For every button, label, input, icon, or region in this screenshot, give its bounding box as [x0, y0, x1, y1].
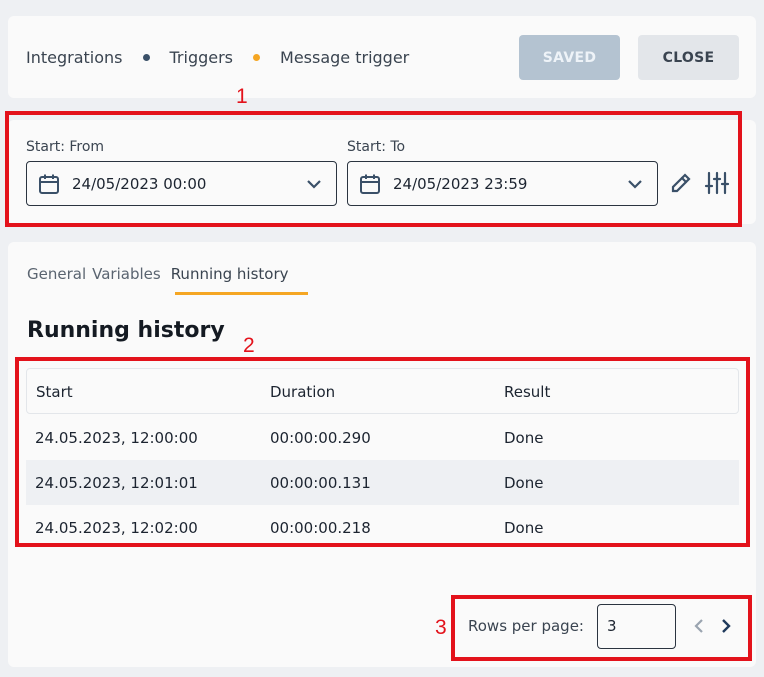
chevron-down-icon: [307, 180, 321, 189]
column-header-result[interactable]: Result: [504, 383, 550, 401]
breadcrumb-integrations[interactable]: Integrations: [26, 48, 123, 67]
calendar-icon: [360, 174, 380, 194]
sliders-icon[interactable]: [704, 170, 730, 196]
chevron-down-icon: [628, 180, 642, 189]
tab-running-history[interactable]: Running history: [171, 265, 293, 283]
rows-per-page-input[interactable]: 3: [597, 604, 676, 649]
start-from-label: Start: From: [26, 139, 105, 155]
breadcrumb-separator-dot: [253, 54, 261, 61]
row-start: 24.05.2023, 12:00:00: [35, 429, 198, 447]
close-button[interactable]: CLOSE: [638, 35, 739, 80]
row-start: 24.05.2023, 12:02:00: [35, 519, 198, 537]
page-title: Running history: [27, 318, 225, 343]
row-start: 24.05.2023, 12:01:01: [35, 474, 198, 492]
breadcrumb: Integrations Triggers Message trigger: [26, 48, 409, 67]
saved-button[interactable]: SAVED: [519, 35, 620, 80]
table-row[interactable]: 24.05.2023, 12:01:01 00:00:00.131 Done: [26, 460, 739, 505]
start-to-label: Start: To: [347, 139, 406, 155]
start-from-date-picker[interactable]: 24/05/2023 00:00: [26, 161, 337, 206]
row-duration: 00:00:00.290: [270, 429, 371, 447]
breadcrumb-triggers[interactable]: Triggers: [170, 48, 234, 67]
row-duration: 00:00:00.131: [270, 474, 371, 492]
table-row[interactable]: 24.05.2023, 12:00:00 00:00:00.290 Done: [26, 415, 739, 460]
breadcrumb-separator-dot: [142, 54, 150, 61]
pencil-icon[interactable]: [668, 170, 694, 196]
table-row[interactable]: 24.05.2023, 12:02:00 00:00:00.218 Done: [26, 505, 739, 541]
row-result: Done: [504, 429, 544, 447]
rows-per-page-label: Rows per page:: [468, 617, 584, 635]
tab-variables[interactable]: Variables: [92, 265, 165, 283]
chevron-left-icon[interactable]: [690, 616, 708, 636]
row-duration: 00:00:00.218: [270, 519, 371, 537]
calendar-icon: [39, 174, 59, 194]
start-to-value: 24/05/2023 23:59: [393, 174, 528, 193]
tab-general[interactable]: General: [27, 265, 90, 283]
column-header-start[interactable]: Start: [36, 383, 73, 401]
breadcrumb-current: Message trigger: [280, 48, 410, 67]
row-result: Done: [504, 519, 544, 537]
annotation-number-2: 2: [243, 334, 255, 357]
start-from-value: 24/05/2023 00:00: [72, 174, 207, 193]
table-header: Start Duration Result: [26, 368, 739, 414]
tab-bar: General Variables Running history: [27, 265, 293, 283]
annotation-number-1: 1: [236, 85, 248, 108]
row-result: Done: [504, 474, 544, 492]
chevron-right-icon[interactable]: [717, 616, 735, 636]
column-header-duration[interactable]: Duration: [270, 383, 335, 401]
annotation-number-3: 3: [435, 616, 447, 639]
start-to-date-picker[interactable]: 24/05/2023 23:59: [347, 161, 658, 206]
active-tab-indicator: [175, 292, 308, 295]
